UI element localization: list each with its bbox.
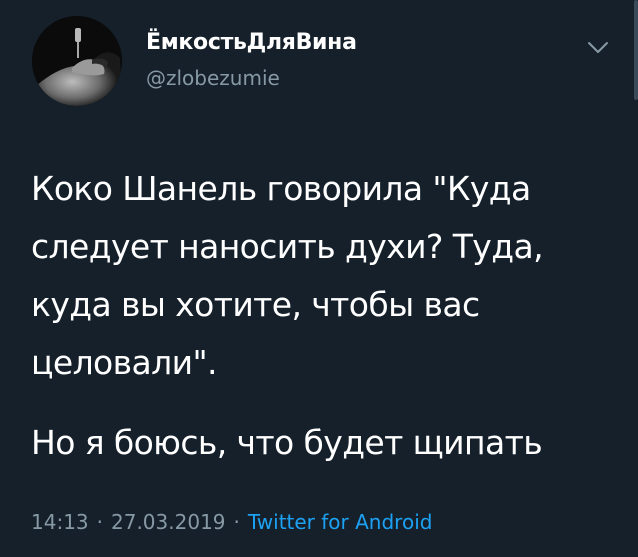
display-name[interactable]: ЁмкостьДляВина (146, 30, 357, 55)
tweet-paragraph-1: Коко Шанель говорила "Куда следует нанос… (31, 169, 544, 382)
tweet-date[interactable]: 27.03.2019 (111, 510, 226, 534)
tweet-time[interactable]: 14:13 (31, 510, 89, 534)
meta-separator: · (233, 510, 240, 534)
tweet-meta: 14:13 · 27.03.2019 · Twitter for Android (31, 510, 432, 534)
tweet-source-link[interactable]: Twitter for Android (248, 510, 433, 534)
tweet-card: ЁмкостьДляВина @zlobezumie Коко Шанель г… (0, 0, 638, 557)
chevron-down-icon[interactable] (586, 40, 610, 56)
handle[interactable]: @zlobezumie (146, 66, 280, 90)
tweet-text: Коко Шанель говорила "Куда следует нанос… (31, 160, 611, 472)
avatar-photo-icon (32, 16, 122, 106)
scrollbar[interactable] (634, 0, 638, 100)
meta-separator: · (96, 510, 103, 534)
tweet-paragraph-2: Но я боюсь, что будет щипать (31, 423, 543, 462)
avatar[interactable] (32, 16, 122, 106)
